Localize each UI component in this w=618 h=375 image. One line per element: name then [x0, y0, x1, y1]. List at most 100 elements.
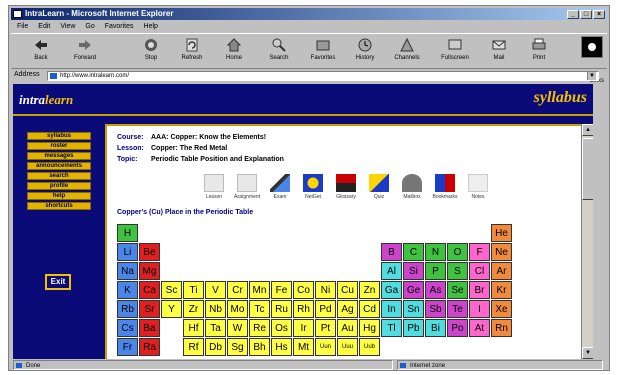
lesson-tools: Lesson Assignment Exam NetGet Glossary Q…	[199, 174, 493, 200]
tool-exam[interactable]: Exam	[265, 174, 295, 200]
element-ni: Ni	[315, 281, 336, 299]
periodic-table-title: Copper's (Cu) Place in the Periodic Tabl…	[117, 209, 254, 216]
element-au: Au	[337, 319, 358, 337]
tool-netget-label: NetGet	[305, 194, 321, 200]
stop-button[interactable]: Stop	[133, 37, 169, 69]
channels-icon	[400, 37, 414, 52]
vertical-scrollbar[interactable]: ▲ ▼	[581, 124, 593, 359]
nav-announcements[interactable]: announcements	[27, 162, 91, 170]
element-sc: Sc	[161, 281, 182, 299]
scroll-up-button[interactable]: ▲	[582, 124, 593, 136]
element-ag: Ag	[337, 300, 358, 318]
notes-icon	[468, 174, 488, 192]
channels-button[interactable]: Channels	[389, 37, 425, 69]
ie-throbber-logo	[581, 36, 603, 58]
back-button[interactable]: Back	[23, 37, 59, 69]
favorites-folder-icon	[316, 40, 330, 51]
print-button[interactable]: Print	[521, 37, 557, 69]
element-s: S	[447, 262, 468, 280]
menu-file[interactable]: File	[17, 21, 28, 32]
window-title: IntraLearn - Microsoft Internet Explorer	[25, 9, 174, 18]
close-button[interactable]: ×	[593, 10, 605, 19]
tool-notes[interactable]: Notes	[463, 174, 493, 200]
forward-arrow-icon	[79, 40, 91, 50]
address-input[interactable]: http://www.intralearn.com/ ▼	[47, 71, 599, 81]
tool-glossary-label: Glossary	[336, 194, 356, 200]
glossary-icon	[336, 174, 356, 192]
history-button[interactable]: History	[347, 37, 383, 69]
fullscreen-button[interactable]: Fullscreen	[437, 37, 473, 69]
nav-search[interactable]: search	[27, 172, 91, 180]
tool-lesson-label: Lesson	[205, 194, 223, 200]
element-sb: Sb	[425, 300, 446, 318]
element-ar: Ar	[491, 262, 512, 280]
menu-bar: File Edit View Go Favorites Help	[17, 21, 158, 32]
tool-glossary[interactable]: Glossary	[331, 174, 361, 200]
exam-icon	[270, 174, 290, 192]
element-o: O	[447, 243, 468, 261]
favorites-button[interactable]: Favorites	[305, 37, 341, 69]
address-bar: Address http://www.intralearn.com/ ▼	[11, 70, 607, 82]
element-ca: Ca	[139, 281, 160, 299]
lesson-label: Lesson:	[117, 145, 144, 152]
nav-roster[interactable]: roster	[27, 142, 91, 150]
section-heading: syllabus	[533, 89, 587, 106]
maximize-button[interactable]: □	[580, 10, 592, 19]
element-xe: Xe	[491, 300, 512, 318]
tool-exam-label: Exam	[273, 194, 287, 200]
element-mn: Mn	[249, 281, 270, 299]
tool-bookmarks-label: Bookmarks	[432, 194, 458, 200]
home-label: Home	[225, 55, 242, 61]
element-ge: Ge	[403, 281, 424, 299]
nav-shortcuts[interactable]: shortcuts	[27, 202, 91, 210]
refresh-label: Refresh	[181, 55, 203, 61]
nav-syllabus[interactable]: syllabus	[27, 132, 91, 140]
tool-bookmarks[interactable]: Bookmarks	[430, 174, 460, 200]
menu-favorites[interactable]: Favorites	[105, 21, 134, 32]
tool-lesson[interactable]: Lesson	[199, 174, 229, 200]
element-b: B	[381, 243, 402, 261]
element-pb: Pb	[403, 319, 424, 337]
logo-part-learn: learn	[45, 92, 74, 107]
menu-view[interactable]: View	[60, 21, 75, 32]
element-fr: Fr	[117, 338, 138, 356]
mail-button[interactable]: Mail	[481, 37, 517, 69]
intralearn-logo: intralearn	[19, 92, 73, 108]
tool-assignment[interactable]: Assignment	[232, 174, 262, 200]
minimize-button[interactable]: _	[567, 10, 579, 19]
mailbox-icon	[402, 174, 422, 192]
search-button[interactable]: Search	[261, 37, 297, 69]
tool-quiz[interactable]: Quiz	[364, 174, 394, 200]
scroll-thumb[interactable]	[582, 138, 593, 200]
element-uun: Uun	[315, 338, 336, 356]
element-kr: Kr	[491, 281, 512, 299]
element-cs: Cs	[117, 319, 138, 337]
refresh-icon	[186, 38, 198, 52]
nav-profile[interactable]: profile	[27, 182, 91, 190]
side-navigation: syllabus roster messages announcements s…	[27, 132, 91, 212]
element-mg: Mg	[139, 262, 160, 280]
tool-mailbox[interactable]: Mailbox	[397, 174, 427, 200]
refresh-button[interactable]: Refresh	[174, 37, 210, 69]
tool-assignment-label: Assignment	[233, 194, 261, 200]
element-po: Po	[447, 319, 468, 337]
tool-netget[interactable]: NetGet	[298, 174, 328, 200]
element-tc: Tc	[249, 300, 270, 318]
nav-help[interactable]: help	[27, 192, 91, 200]
element-zr: Zr	[183, 300, 204, 318]
netget-icon	[303, 174, 323, 192]
forward-button[interactable]: Forward	[67, 37, 103, 69]
exit-button[interactable]: Exit	[45, 274, 71, 290]
menu-go[interactable]: Go	[85, 21, 94, 32]
home-button[interactable]: Home	[216, 37, 252, 69]
address-dropdown-button[interactable]: ▼	[587, 72, 596, 80]
scroll-down-button[interactable]: ▼	[582, 347, 593, 359]
page-icon	[50, 73, 57, 79]
nav-messages[interactable]: messages	[27, 152, 91, 160]
menu-edit[interactable]: Edit	[38, 21, 50, 32]
menu-help[interactable]: Help	[144, 21, 158, 32]
element-fe: Fe	[271, 281, 292, 299]
element-uuu: Uuu	[337, 338, 358, 356]
fullscreen-label: Fullscreen	[441, 55, 469, 61]
fullscreen-icon	[448, 39, 462, 50]
